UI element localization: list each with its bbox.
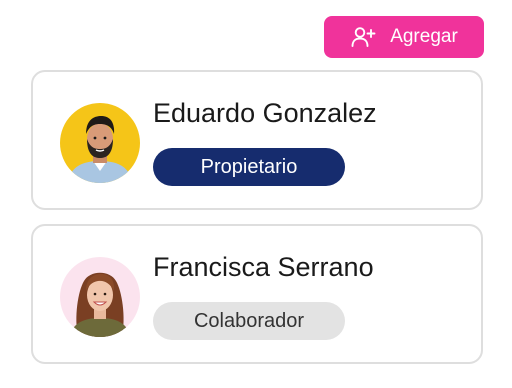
member-card[interactable]: Eduardo Gonzalez Propietario <box>31 70 483 210</box>
add-button-label: Agregar <box>390 26 458 47</box>
member-name: Francisca Serrano <box>153 252 374 282</box>
member-card[interactable]: Francisca Serrano Colaborador <box>31 224 483 364</box>
role-badge: Colaborador <box>153 302 345 340</box>
add-user-icon <box>350 24 376 50</box>
add-member-button[interactable]: Agregar <box>324 16 484 58</box>
members-panel: Agregar Eduardo Gonzalez Propietario Fra… <box>0 0 512 388</box>
role-badge: Propietario <box>153 148 345 186</box>
member-name: Eduardo Gonzalez <box>153 98 377 128</box>
avatar <box>60 103 140 183</box>
avatar <box>60 257 140 337</box>
